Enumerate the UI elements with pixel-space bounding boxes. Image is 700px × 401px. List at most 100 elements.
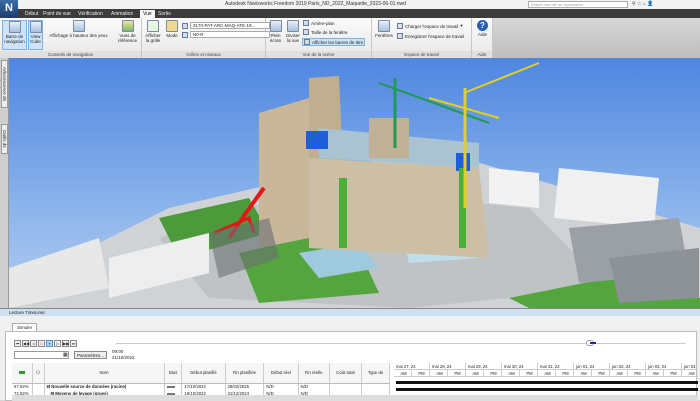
show-grid-button[interactable]: Afficher la grille: [144, 20, 162, 43]
help-button[interactable]: ? Aide: [474, 20, 491, 37]
tab-sortie[interactable]: Sortie: [155, 10, 174, 18]
play-back-icon[interactable]: ◁: [30, 340, 37, 347]
side-panel-tabs: Arborescence de sélection Outils de mesu…: [0, 58, 9, 308]
stop-icon[interactable]: □: [38, 340, 45, 347]
tab-verification[interactable]: Vérification: [75, 10, 106, 18]
label: Afficher les barres de titre: [312, 39, 364, 45]
col-type[interactable]: Type de: [361, 363, 390, 384]
gantt-bar-root: [396, 381, 698, 384]
tab-selection-tree[interactable]: Arborescence de sélection: [0, 60, 8, 108]
help-icon: ?: [477, 20, 488, 31]
gantt-day: jun 02, 24: [610, 363, 646, 370]
status-bar: [164, 383, 183, 390]
reference-views-button[interactable]: Vues de référence: [114, 20, 141, 43]
tab-point-de-vue[interactable]: Point de vue: [40, 10, 74, 18]
level-icon: [182, 31, 188, 38]
windows-button[interactable]: Fenêtres: [374, 20, 394, 38]
step-back-icon[interactable]: ◀◀: [22, 340, 29, 347]
gantt-am: AM: [430, 370, 448, 377]
col-nom[interactable]: Nom: [44, 363, 165, 384]
timeline-slider[interactable]: [116, 343, 686, 344]
parametres-button[interactable]: Paramètres...: [74, 351, 108, 359]
save-workspace-button[interactable]: Enregistrer l'espace de travail: [397, 33, 464, 39]
gantt-chart: mai 27, 24 mai 28, 24 mai 29, 24 mai 30, 24…: [394, 363, 698, 401]
level-combo[interactable]: N0-R: [190, 31, 270, 38]
user-icon[interactable]: 👤: [647, 1, 653, 7]
playback-controls: ⏮ ◀◀ ◁ □ ⏸ ▷ ▶▶ ⏭: [14, 340, 78, 347]
step-forward-icon[interactable]: ▶▶: [62, 340, 69, 347]
search-input[interactable]: Entrez mot-clé ou expression: [528, 1, 628, 8]
col-fin-planifiee[interactable]: Fin planifiée: [225, 363, 265, 384]
model-combo[interactable]: 3170-PAT-ARC-MAQ-ATE-19...: [190, 22, 270, 29]
window-size-button[interactable]: Taille de la fenêtre: [303, 29, 348, 35]
gantt-pm: PM: [484, 370, 502, 377]
gantt-scrollbar[interactable]: [394, 395, 698, 401]
label: Charger l'espace de travail: [405, 23, 459, 29]
navigation-bar-icon: [8, 21, 21, 33]
load-workspace-button[interactable]: Charger l'espace de travail ▾: [397, 23, 463, 29]
date-input[interactable]: [14, 351, 69, 359]
label: Mode: [166, 33, 178, 38]
mode-button[interactable]: Mode: [164, 20, 180, 38]
lock-icon: [166, 20, 178, 32]
group-label: Espace de travail: [372, 51, 471, 58]
col-debut-planifie[interactable]: Début planifié: [181, 363, 226, 384]
viewcube-button[interactable]: View Cube: [28, 20, 43, 50]
rewind-icon[interactable]: ⏮: [14, 340, 21, 347]
label: Arrière-plan: [311, 20, 335, 26]
gantt-pm: PM: [664, 370, 682, 377]
barre-navigation-button[interactable]: Barre de navigation: [2, 20, 27, 50]
label: Diviser la vue: [286, 33, 300, 43]
windows-icon: [378, 20, 390, 32]
fullscreen-button[interactable]: Plein écran: [267, 20, 284, 43]
calendar-icon[interactable]: ▦: [63, 352, 68, 358]
group-label: Conseils de navigation: [0, 51, 141, 58]
timeliner-content: ⏮ ◀◀ ◁ □ ⏸ ▷ ▶▶ ⏭ ▦ Paramètres... 09:00 21/10/2…: [5, 331, 698, 401]
col-debut-reel[interactable]: Début réel: [263, 363, 299, 384]
table-row[interactable]: 67,92% ⊟ Nouvelle source de données (rac…: [12, 383, 390, 390]
gantt-pm: PM: [412, 370, 430, 377]
titlebar-icon: [304, 39, 310, 45]
fast-forward-icon[interactable]: ⏭: [70, 340, 77, 347]
tab-simuler[interactable]: Simuler: [12, 323, 38, 331]
gantt-day: mai 29, 24: [466, 363, 502, 370]
gantt-day: mai 31, 24: [538, 363, 574, 370]
tab-vue[interactable]: Vue: [140, 10, 155, 18]
tab-measure-tools[interactable]: Outils de mesure: [0, 124, 8, 154]
gantt-day: jun 04,: [682, 363, 698, 370]
group-navigation: Barre de navigation View Cube Affichage …: [0, 18, 142, 58]
pause-icon[interactable]: ⏸: [46, 340, 53, 347]
gantt-am: AM: [574, 370, 592, 377]
play-icon[interactable]: ▷: [54, 340, 61, 347]
window-title: Autodesk Navisworks Freedom 2019 Paris_N…: [225, 1, 406, 7]
map-icon: [121, 20, 134, 32]
timeliner-panel: Lecture TimeLiner Simuler ⏮ ◀◀ ◁ □ ⏸ ▷ ▶▶ ⏭ ▦ P…: [0, 308, 700, 401]
group-label: Grilles et niveaux: [142, 51, 265, 58]
current-date: 21/10/2022: [112, 355, 135, 360]
col-etat[interactable]: Etat: [164, 363, 183, 384]
help-toolbar[interactable]: ⚲ ☆ ⌂ 👤: [632, 1, 654, 7]
split-view-button[interactable]: Diviser la vue: [284, 20, 302, 43]
cube-icon: [29, 21, 42, 33]
background-icon: [303, 20, 309, 26]
background-button[interactable]: Arrière-plan: [303, 20, 335, 26]
gantt-bar-cranes: [396, 388, 698, 391]
label: Fenêtres: [375, 33, 393, 38]
gantt-pm: PM: [520, 370, 538, 377]
table-scrollbar[interactable]: [12, 395, 394, 401]
gantt-day: jun 03, 24: [646, 363, 682, 370]
task-name: ⊟ Nouvelle source de données (racine): [44, 383, 165, 390]
show-titlebars-toggle[interactable]: Afficher les barres de titre: [302, 38, 366, 46]
eye-height-button[interactable]: Affichage à hauteur des yeux: [46, 20, 111, 38]
col-cout-total[interactable]: Coût total: [329, 363, 363, 384]
3d-viewport[interactable]: [9, 58, 700, 308]
app-logo[interactable]: N: [0, 0, 18, 17]
tab-debut[interactable]: Début: [22, 10, 41, 18]
slider-marker: [590, 342, 596, 344]
split-icon: [287, 20, 299, 32]
label: Taille de la fenêtre: [311, 29, 348, 35]
label: Plein écran: [269, 33, 282, 43]
col-fin-reelle[interactable]: Fin réelle: [298, 363, 330, 384]
label: Enregistrer l'espace de travail: [405, 33, 465, 39]
tab-animation[interactable]: Animation: [108, 10, 136, 18]
